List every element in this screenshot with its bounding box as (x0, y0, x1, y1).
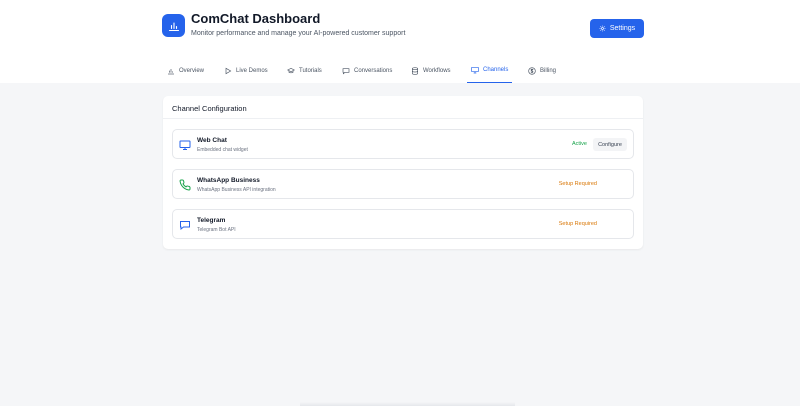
tab-label: Overview (179, 67, 205, 74)
channel-name: WhatsApp Business (197, 177, 260, 184)
tab-billing[interactable]: Billing (524, 58, 560, 83)
status-badge: Setup Required (558, 221, 597, 227)
scroll-shadow (300, 402, 515, 406)
bar-chart-icon (168, 21, 179, 31)
channel-description: Telegram Bot API (197, 227, 236, 233)
tab-conversations[interactable]: Conversations (338, 58, 396, 83)
channel-description: WhatsApp Business API integration (197, 187, 276, 193)
tab-tutorials[interactable]: Tutorials (283, 58, 326, 83)
play-icon (225, 67, 232, 74)
monitor-icon (179, 140, 191, 150)
tab-label: Billing (540, 67, 557, 74)
channel-name: Telegram (197, 217, 226, 224)
phone-icon (179, 179, 191, 191)
main-nav: Overview Live Demos Tutorials Conversati… (0, 58, 800, 83)
card-divider (163, 118, 643, 119)
settings-button[interactable]: Settings (590, 19, 644, 38)
status-badge: Active (572, 141, 587, 147)
page-subtitle: Monitor performance and manage your AI-p… (191, 30, 406, 37)
tab-label: Workflows (423, 67, 451, 74)
database-icon (412, 66, 418, 75)
tab-label: Tutorials (299, 67, 322, 74)
tab-channels[interactable]: Channels (467, 58, 513, 83)
configure-button[interactable]: Configure (593, 138, 627, 151)
tab-label: Live Demos (236, 67, 268, 74)
app-logo (162, 14, 185, 37)
chat-bubble-icon (180, 221, 190, 231)
status-badge: Setup Required (558, 181, 597, 187)
settings-label: Settings (609, 25, 636, 32)
tab-live-demos[interactable]: Live Demos (220, 58, 272, 83)
channel-web-chat: Web Chat Embedded chat widget Active Con… (172, 129, 634, 159)
chat-bubble-icon (342, 67, 350, 74)
channel-configuration-card: Channel Configuration Web Chat Embedded … (163, 96, 643, 249)
channel-name: Web Chat (197, 137, 227, 144)
tab-workflows[interactable]: Workflows (407, 58, 455, 83)
gear-icon (599, 25, 606, 32)
channel-telegram: Telegram Telegram Bot API Setup Required (172, 209, 634, 239)
channel-description: Embedded chat widget (197, 147, 248, 153)
bar-chart-icon (168, 68, 174, 74)
monitor-icon (471, 67, 479, 74)
page-header: ComChat Dashboard Monitor performance an… (0, 0, 800, 58)
tab-overview[interactable]: Overview (163, 58, 208, 83)
card-title: Channel Configuration (172, 104, 247, 113)
channel-whatsapp-business: WhatsApp Business WhatsApp Business API … (172, 169, 634, 199)
tab-label: Conversations (354, 67, 393, 74)
page-title: ComChat Dashboard (191, 11, 321, 26)
graduation-cap-icon (287, 67, 295, 73)
dollar-icon (528, 66, 536, 75)
tab-label: Channels (483, 67, 509, 73)
